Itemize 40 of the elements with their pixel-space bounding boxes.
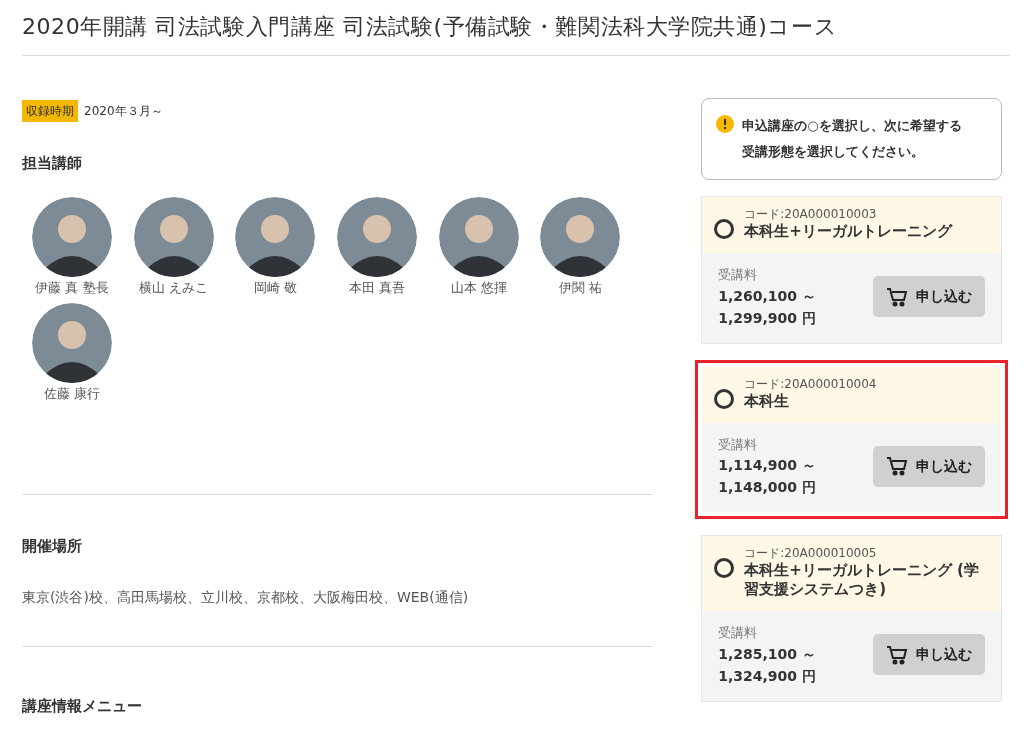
price-from: 1,260,100 ～ — [718, 286, 816, 306]
fee-label: 受講料 — [718, 435, 759, 454]
notice-text: 申込講座の○を選択し、次に希望する受講形態を選択してください。 — [742, 117, 963, 161]
plan-code: コード:20A000010005 — [744, 546, 878, 561]
price-from: 1,285,100 ～ — [718, 644, 816, 664]
warning-icon — [716, 115, 735, 133]
fee-label: 受講料 — [718, 624, 759, 642]
price-from: 1,114,900 ～ — [718, 456, 816, 475]
instructor-name[interactable]: 伊関 祐 — [558, 277, 602, 297]
instructor-name[interactable]: 伊藤 真 塾長 — [35, 277, 109, 297]
section-heading: 講座情報メニュー — [22, 696, 143, 717]
page-title: 2020年開講 司法試験入門講座 司法試験(予備試験・難関法科大学院共通)コース — [22, 10, 1010, 56]
plan-code: コード:20A000010003 — [744, 207, 878, 222]
plan-radio[interactable] — [714, 388, 735, 409]
plan-code: コード:20A000010004 — [744, 376, 877, 392]
cart-icon — [886, 286, 908, 307]
price-to: 1,299,900 円 — [718, 308, 816, 328]
cart-icon — [886, 644, 908, 665]
apply-button[interactable]: 申し込む — [873, 634, 985, 676]
apply-button[interactable]: 申し込む — [873, 445, 985, 487]
instructor-name[interactable]: 本田 真吾 — [348, 277, 406, 297]
fee-label: 受講料 — [718, 266, 759, 284]
plan-radio[interactable] — [714, 219, 735, 239]
price-to: 1,148,000 円 — [718, 478, 816, 497]
section-heading: 開催場所 — [22, 535, 83, 557]
instructor-name[interactable]: 山本 悠揮 — [450, 277, 507, 297]
section-heading: 担当講師 — [22, 153, 83, 174]
instructor-name[interactable]: 横山 えみこ — [139, 277, 209, 297]
cart-icon — [886, 456, 908, 477]
plan-name: 本科生+リーガルトレーニング (学習支援システムつき) — [744, 561, 980, 599]
plan-name: 本科生+リーガルトレーニング — [744, 222, 952, 241]
venue-text: 東京(渋谷)校、高田馬場校、立川校、京都校、大阪梅田校、WEB(通信) — [22, 588, 470, 607]
recording-date: 2020年３月～ — [84, 103, 163, 120]
price-to: 1,324,900 円 — [718, 666, 816, 686]
plan-name: 本科生 — [744, 391, 791, 411]
recording-badge: 収録時期 — [22, 100, 78, 122]
instructor-name[interactable]: 佐藤 康行 — [43, 384, 101, 404]
plan-radio[interactable] — [714, 558, 735, 578]
instructor-name[interactable]: 岡崎 敬 — [253, 277, 297, 297]
apply-button[interactable]: 申し込む — [873, 276, 985, 318]
